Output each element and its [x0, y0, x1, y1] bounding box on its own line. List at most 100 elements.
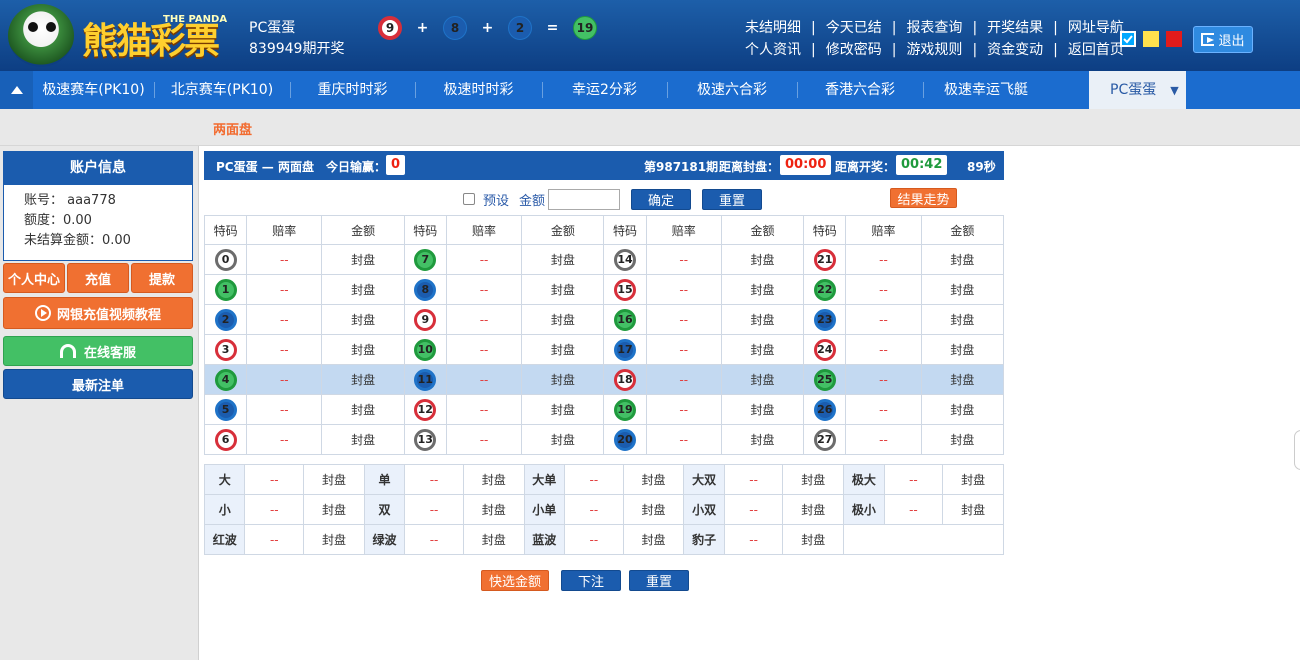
amount-cell[interactable]: 封盘	[920, 394, 1005, 425]
amount-cell[interactable]: 封盘	[942, 494, 1004, 525]
number-cell[interactable]: 12	[403, 394, 447, 425]
nav-item[interactable]: 重庆时时彩	[290, 71, 415, 109]
amount-cell[interactable]: 封盘	[720, 334, 805, 365]
amount-cell[interactable]: 封盘	[303, 464, 365, 495]
number-cell[interactable]: 14	[603, 244, 647, 275]
skin-swatch[interactable]	[1120, 31, 1136, 47]
nav-item[interactable]: 幸运2分彩	[542, 71, 667, 109]
amount-cell[interactable]: 封盘	[920, 304, 1005, 335]
number-cell[interactable]: 22	[803, 274, 847, 305]
quick-amount-button[interactable]: 快选金额	[481, 570, 549, 591]
top-link[interactable]: 今天已结	[826, 17, 882, 39]
latest-bets-button[interactable]: 最新注单	[3, 369, 193, 399]
amount-cell[interactable]: 封盘	[303, 494, 365, 525]
amount-cell[interactable]: 封盘	[462, 494, 525, 525]
number-cell[interactable]: 1	[203, 274, 248, 305]
number-cell[interactable]: 8	[403, 274, 447, 305]
number-cell[interactable]: 20	[603, 424, 647, 455]
amount-cell[interactable]: 封盘	[920, 424, 1005, 455]
number-cell[interactable]: 11	[403, 364, 447, 395]
amount-cell[interactable]: 封盘	[321, 424, 405, 455]
amount-input[interactable]	[548, 188, 621, 210]
number-cell[interactable]: 3	[203, 334, 248, 365]
number-cell[interactable]: 2	[203, 304, 248, 335]
amount-cell[interactable]: 封盘	[920, 244, 1005, 275]
submit-bet-button[interactable]: 下注	[561, 570, 621, 591]
number-cell[interactable]: 15	[603, 274, 647, 305]
amount-cell[interactable]: 封盘	[720, 304, 805, 335]
amount-cell[interactable]: 封盘	[321, 364, 405, 395]
amount-cell[interactable]: 封盘	[521, 274, 605, 305]
number-cell[interactable]: 16	[603, 304, 647, 335]
reset-button-bottom[interactable]: 重置	[629, 570, 689, 591]
amount-cell[interactable]: 封盘	[720, 364, 805, 395]
recharge-button[interactable]: 充值	[67, 263, 129, 293]
personal-center-button[interactable]: 个人中心	[3, 263, 65, 293]
amount-cell[interactable]: 封盘	[622, 464, 685, 495]
amount-cell[interactable]: 封盘	[920, 274, 1005, 305]
amount-cell[interactable]: 封盘	[720, 274, 805, 305]
number-cell[interactable]: 6	[203, 424, 248, 455]
number-cell[interactable]: 5	[203, 394, 248, 425]
skin-selector[interactable]	[1120, 31, 1182, 47]
withdraw-button[interactable]: 提款	[131, 263, 193, 293]
nav-item[interactable]: 北京赛车(PK10)	[154, 71, 290, 109]
top-link[interactable]: 个人资讯	[745, 39, 801, 61]
amount-cell[interactable]: 封盘	[521, 364, 605, 395]
logo[interactable]: 熊猫彩票 THE PANDA	[0, 0, 240, 71]
number-cell[interactable]: 21	[803, 244, 847, 275]
amount-cell[interactable]: 封盘	[321, 244, 405, 275]
amount-cell[interactable]: 封盘	[782, 524, 845, 555]
number-cell[interactable]: 9	[403, 304, 447, 335]
number-cell[interactable]: 23	[803, 304, 847, 335]
amount-cell[interactable]: 封盘	[321, 274, 405, 305]
skin-swatch[interactable]	[1143, 31, 1159, 47]
amount-cell[interactable]: 封盘	[720, 244, 805, 275]
number-cell[interactable]: 13	[403, 424, 447, 455]
top-link[interactable]: 网址导航	[1068, 17, 1124, 39]
subnav-two-sided[interactable]: 两面盘	[213, 119, 252, 138]
amount-cell[interactable]: 封盘	[521, 334, 605, 365]
number-cell[interactable]: 0	[203, 244, 248, 275]
nav-item[interactable]: 极速赛车(PK10)	[33, 71, 154, 109]
scroll-knob[interactable]	[1294, 430, 1300, 470]
amount-cell[interactable]: 封盘	[521, 244, 605, 275]
confirm-button[interactable]: 确定	[631, 188, 692, 210]
amount-cell[interactable]: 封盘	[321, 394, 405, 425]
trend-button[interactable]: 结果走势	[890, 188, 957, 208]
nav-item[interactable]: 香港六合彩	[797, 71, 923, 109]
nav-item[interactable]: 极速六合彩	[667, 71, 797, 109]
online-service-button[interactable]: 在线客服	[3, 336, 193, 366]
nav-item[interactable]: 极速时时彩	[415, 71, 542, 109]
amount-cell[interactable]: 封盘	[720, 394, 805, 425]
amount-cell[interactable]: 封盘	[622, 524, 685, 555]
number-cell[interactable]: 27	[803, 424, 847, 455]
reset-button-top[interactable]: 重置	[702, 188, 763, 210]
logout-button[interactable]: 退出	[1193, 26, 1253, 53]
top-link[interactable]: 资金变动	[987, 39, 1043, 61]
collapse-up-icon[interactable]	[0, 71, 33, 109]
nav-item-active[interactable]: PC蛋蛋 ▼	[1089, 71, 1186, 109]
amount-cell[interactable]: 封盘	[521, 394, 605, 425]
amount-cell[interactable]: 封盘	[321, 334, 405, 365]
top-link[interactable]: 修改密码	[826, 39, 882, 61]
amount-cell[interactable]: 封盘	[920, 364, 1005, 395]
amount-cell[interactable]: 封盘	[622, 494, 685, 525]
amount-cell[interactable]: 封盘	[920, 334, 1005, 365]
amount-cell[interactable]: 封盘	[462, 524, 525, 555]
number-cell[interactable]: 4	[203, 364, 248, 395]
top-link[interactable]: 开奖结果	[987, 17, 1043, 39]
nav-item[interactable]: 极速幸运飞艇	[923, 71, 1049, 109]
skin-swatch[interactable]	[1166, 31, 1182, 47]
top-link[interactable]: 返回首页	[1068, 39, 1124, 61]
amount-cell[interactable]: 封盘	[720, 424, 805, 455]
amount-cell[interactable]: 封盘	[521, 304, 605, 335]
number-cell[interactable]: 7	[403, 244, 447, 275]
preset-checkbox[interactable]	[463, 193, 475, 205]
number-cell[interactable]: 10	[403, 334, 447, 365]
amount-cell[interactable]: 封盘	[521, 424, 605, 455]
amount-cell[interactable]: 封盘	[321, 304, 405, 335]
top-link[interactable]: 报表查询	[906, 17, 962, 39]
video-tutorial-button[interactable]: 网银充值视频教程	[3, 297, 193, 329]
amount-cell[interactable]: 封盘	[782, 494, 845, 525]
